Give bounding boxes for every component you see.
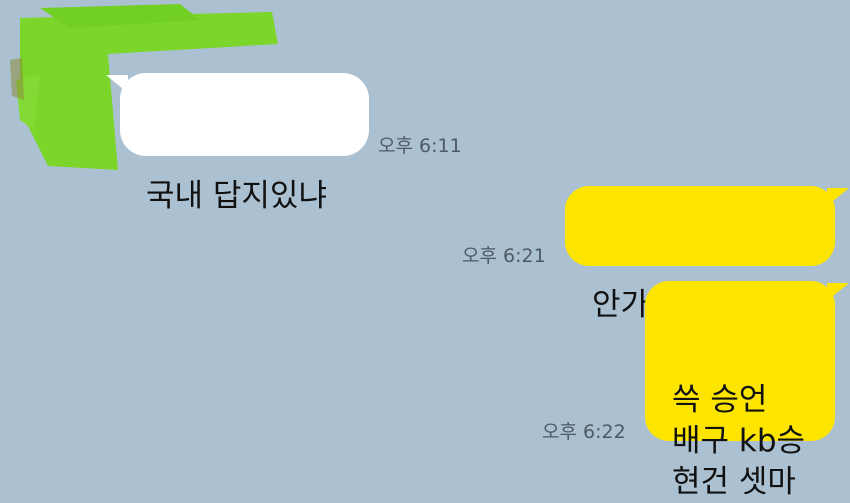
message-text: 국내 답지있냐 xyxy=(146,178,327,214)
incoming-message-bubble[interactable]: 국내 답지있냐 xyxy=(106,73,369,214)
bubble-tail xyxy=(106,75,128,93)
message-timestamp: 오후 6:11 xyxy=(378,135,462,157)
message-timestamp: 오후 6:21 xyxy=(462,245,546,267)
chat-room: 국내 답지있냐 오후 6:11 안가실거잖아요 오후 6:21 쓱 승언 배구 … xyxy=(0,0,850,500)
outgoing-message-bubble[interactable]: 안가실거잖아요 xyxy=(565,186,849,323)
bubble-tail xyxy=(827,188,849,206)
message-text: 쓱 승언 배구 kb승 현건 셋마 xyxy=(672,382,806,500)
bubble-tail xyxy=(827,283,849,301)
outgoing-message-bubble[interactable]: 쓱 승언 배구 kb승 현건 셋마 xyxy=(645,281,849,500)
message-timestamp: 오후 6:22 xyxy=(542,421,626,443)
